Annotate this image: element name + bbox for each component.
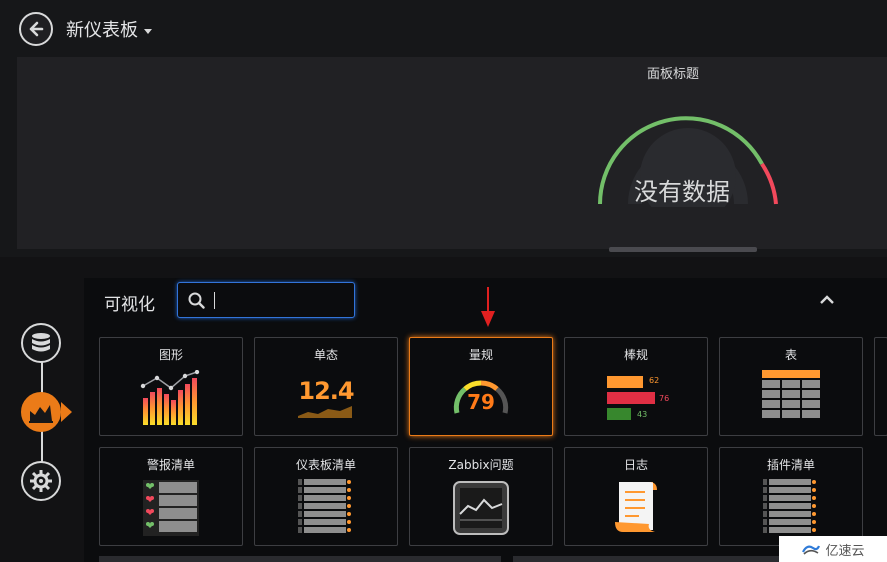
singlestat-icon: 12.4 <box>255 366 397 430</box>
viz-card-logs[interactable]: 日志 <box>564 447 708 546</box>
logo-icon <box>802 545 821 555</box>
bar-gauge-icon: 62 76 43 <box>565 366 707 430</box>
dashboard-title[interactable]: 新仪表板 <box>66 16 152 42</box>
top-bar: 新仪表板 <box>0 0 887 57</box>
singlestat-value: 12.4 <box>298 377 354 405</box>
alert-list-icon <box>100 476 242 540</box>
logs-icon <box>565 476 707 540</box>
plugin-list-icon <box>720 476 862 540</box>
caret-down-icon <box>144 28 152 34</box>
card-label: 日志 <box>623 458 648 472</box>
viz-card-alert-list[interactable]: 警报清单 <box>99 447 243 546</box>
watermark-text: 亿速云 <box>825 543 865 559</box>
gauge-icon: 79 <box>410 366 552 430</box>
viz-card-dashboard-list[interactable]: 仪表板清单 <box>254 447 398 546</box>
arrow-left-icon <box>29 21 44 37</box>
panel-title[interactable]: 面板标题 <box>647 63 699 82</box>
queries-tab[interactable] <box>21 323 61 363</box>
watermark-logo: 亿速云 <box>779 536 887 562</box>
database-icon <box>32 333 50 352</box>
gear-wrench-icon <box>30 470 52 492</box>
viz-card-gauge[interactable]: 量规 79 <box>409 337 553 436</box>
red-arrow-annotation <box>481 287 495 327</box>
panel-preview: 面板标题 没有数据 <box>17 57 887 252</box>
zabbix-problems-icon <box>410 476 552 540</box>
card-label: 量规 <box>468 348 493 362</box>
text-cursor <box>214 292 215 309</box>
resize-handle[interactable] <box>609 247 757 252</box>
back-button[interactable] <box>19 12 53 46</box>
visualization-heading: 可视化 <box>104 295 155 315</box>
dashboard-list-icon <box>255 476 397 540</box>
search-input[interactable] <box>210 289 352 313</box>
general-settings-tab[interactable] <box>21 461 61 501</box>
visualization-tab[interactable] <box>21 392 61 432</box>
viz-card-overflow[interactable] <box>874 337 887 436</box>
active-tab-pointer <box>61 402 72 422</box>
table-icon <box>720 366 862 430</box>
dashboard-title-text: 新仪表板 <box>66 20 138 41</box>
gauge-value: 79 <box>467 390 495 414</box>
viz-card-table[interactable]: 表 <box>719 337 863 436</box>
card-label: 插件清单 <box>766 458 815 472</box>
card-label: 单态 <box>313 348 338 362</box>
no-data-text: 没有数据 <box>634 178 730 206</box>
graph-icon <box>100 366 242 430</box>
viz-card-singlestat[interactable]: 单态 12.4 <box>254 337 398 436</box>
viz-card-graph[interactable]: 图形 <box>99 337 243 436</box>
chart-area-icon <box>29 405 53 423</box>
search-icon <box>188 292 205 309</box>
card-label: 棒规 <box>623 348 648 362</box>
card-label: 警报清单 <box>146 458 195 472</box>
card-label: 仪表板清单 <box>295 458 356 472</box>
bar-gauge-value-2: 76 <box>659 394 670 403</box>
card-label: Zabbix问题 <box>448 458 514 472</box>
next-row-card-2[interactable] <box>513 556 779 562</box>
next-row-card-1[interactable] <box>99 556 501 562</box>
bar-gauge-value-3: 43 <box>637 410 648 419</box>
card-label: 图形 <box>158 348 183 362</box>
viz-card-zabbix-problems[interactable]: Zabbix问题 <box>409 447 553 546</box>
search-box[interactable] <box>177 282 355 318</box>
chevron-up-icon[interactable] <box>819 294 835 306</box>
card-label: 表 <box>784 348 797 362</box>
viz-card-bar-gauge[interactable]: 棒规 62 76 43 <box>564 337 708 436</box>
bar-gauge-value-1: 62 <box>649 376 660 385</box>
viz-card-plugin-list[interactable]: 插件清单 <box>719 447 863 546</box>
